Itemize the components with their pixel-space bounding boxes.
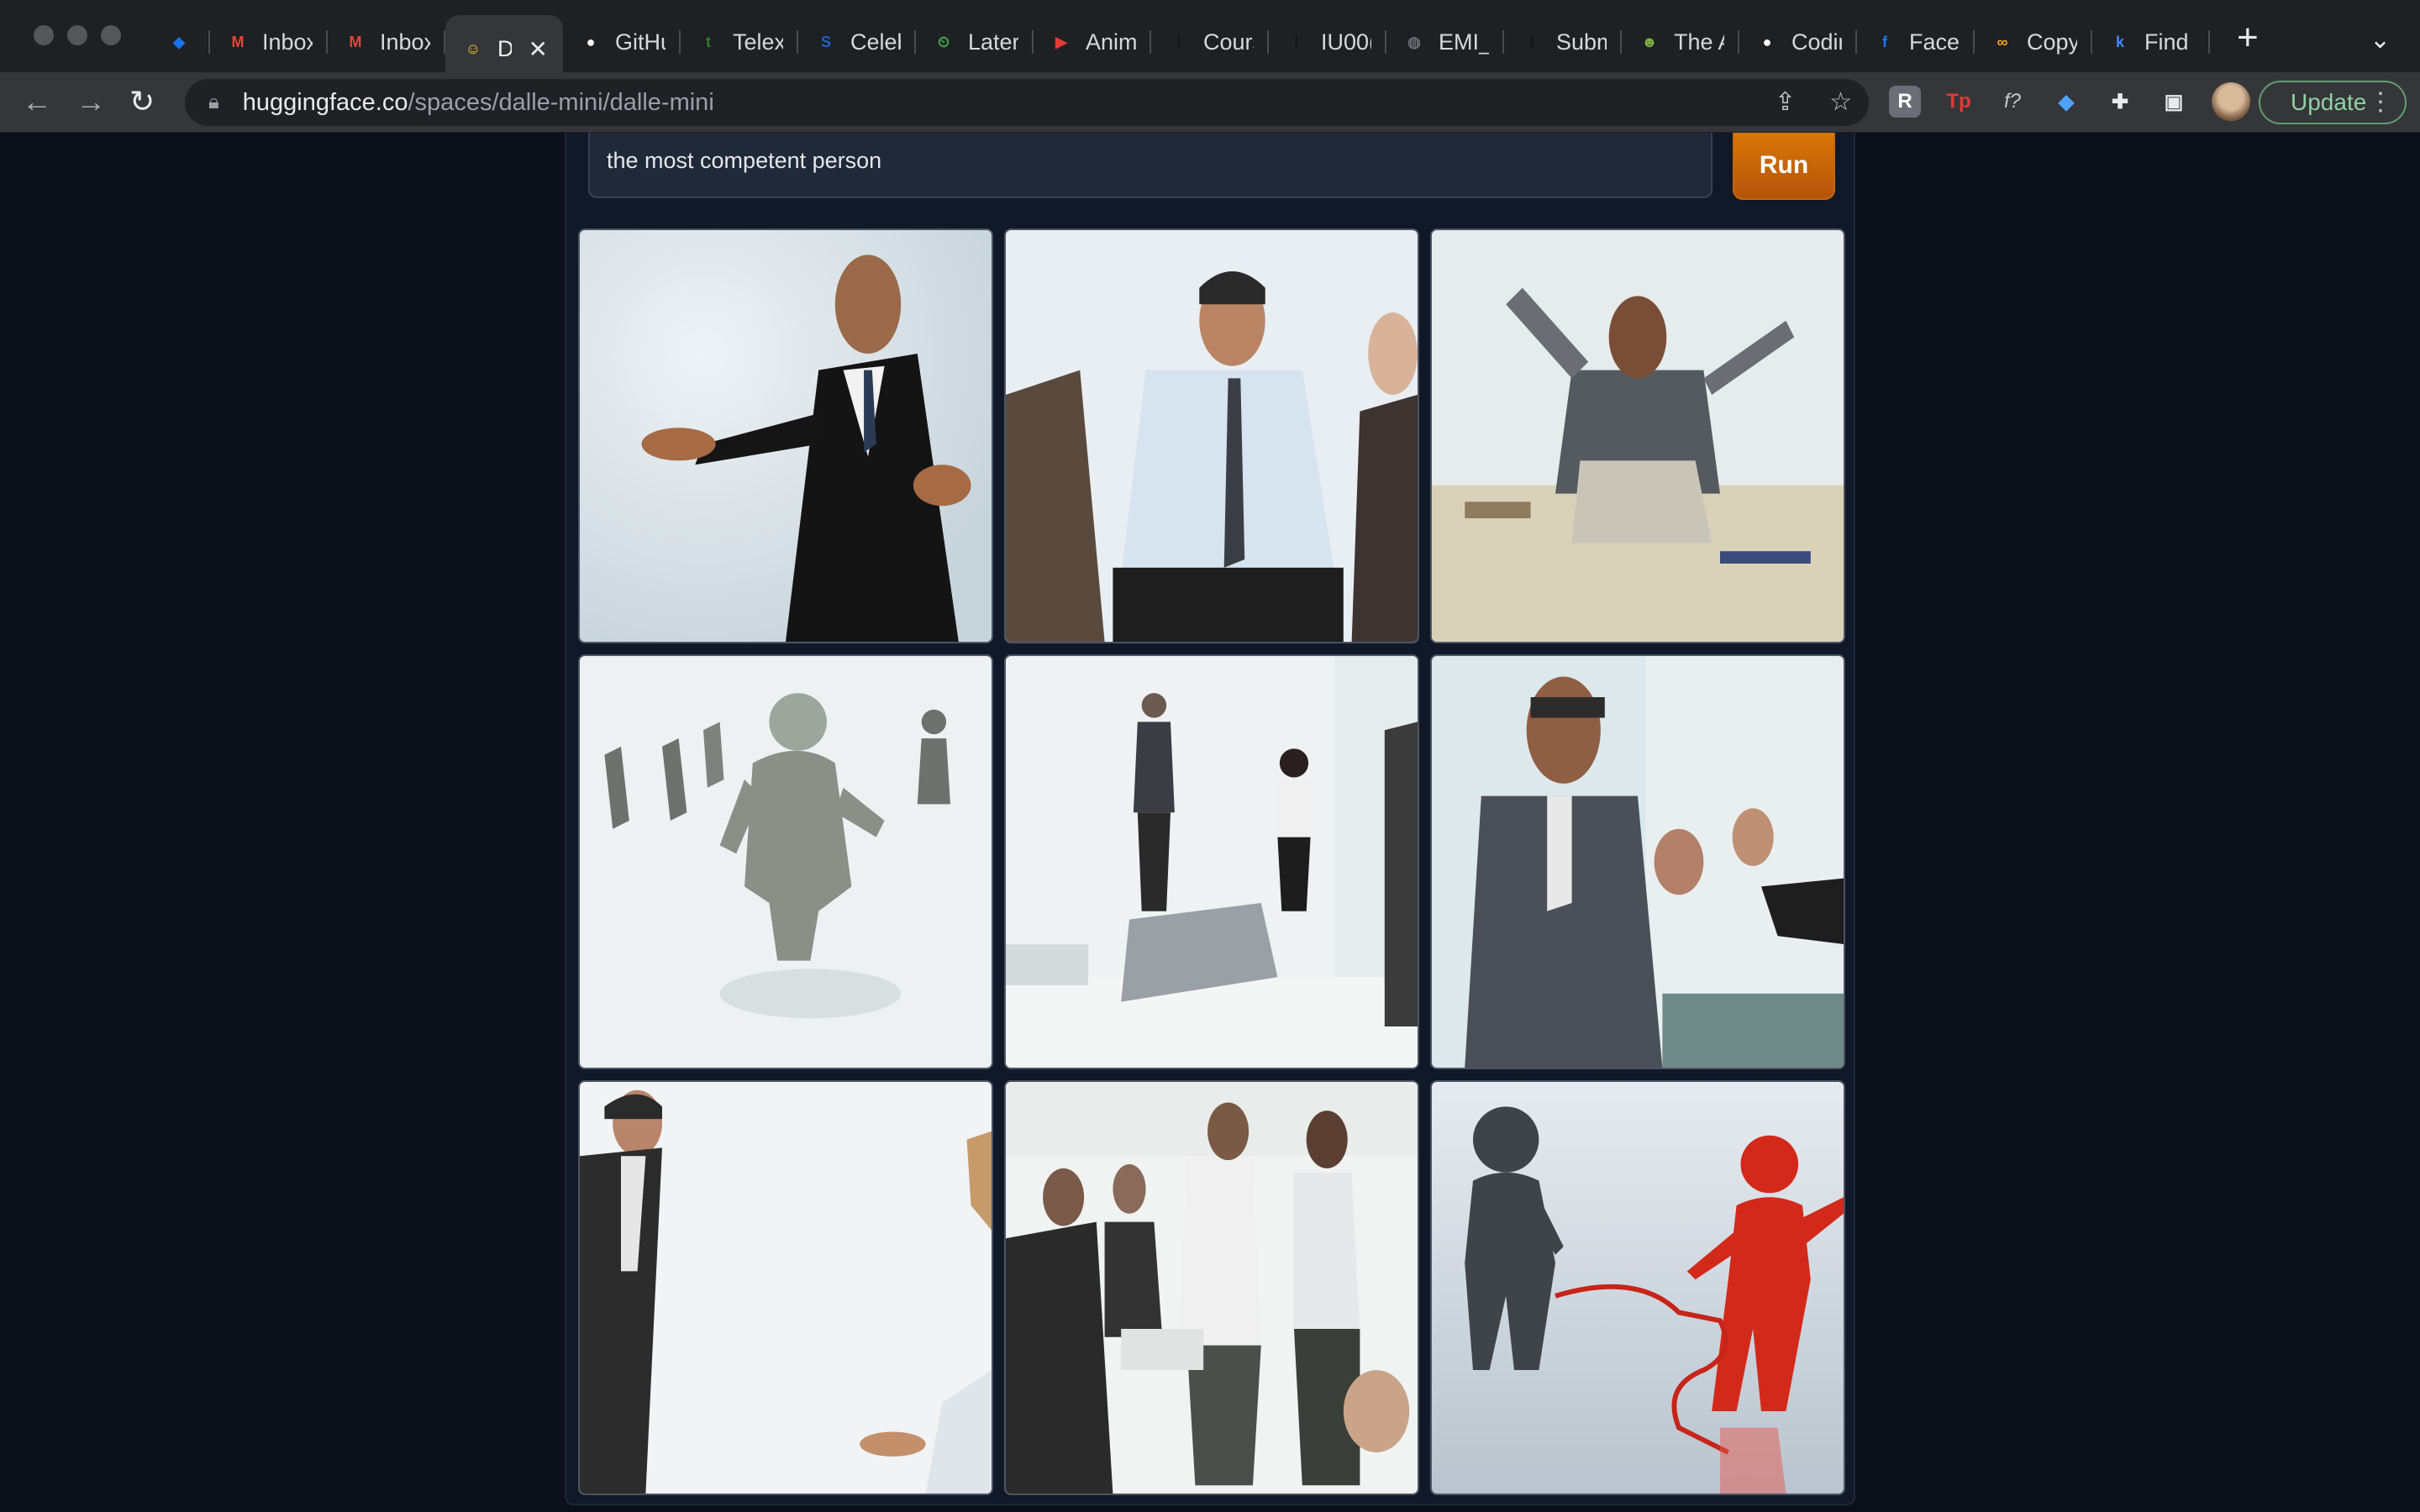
- tab-title: Da: [497, 35, 512, 61]
- side-panel-icon[interactable]: ▣: [2158, 86, 2190, 118]
- bookmark-star-icon[interactable]: ☆: [1829, 87, 1852, 117]
- gallery-image-3[interactable]: [1430, 228, 1845, 643]
- infinity-icon: ∞: [1996, 33, 2008, 50]
- browser-tab[interactable]: ◆: [151, 15, 210, 69]
- address-bar[interactable]: 🔒︎ huggingface.co /spaces/dalle-mini/dal…: [185, 79, 1869, 126]
- browser-tab[interactable]: ⁞ Subm: [1504, 15, 1622, 69]
- browser-tab[interactable]: ⏲ Later: [916, 15, 1034, 69]
- browser-tab[interactable]: k Find: [2092, 15, 2210, 69]
- dots-icon: ⁞: [1529, 33, 1534, 50]
- browser-tab[interactable]: ⁞ Cours: [1151, 15, 1269, 69]
- minimize-window-button[interactable]: [67, 25, 87, 45]
- back-arrow-icon[interactable]: ←: [22, 84, 52, 119]
- forward-arrow-icon[interactable]: →: [76, 84, 106, 119]
- tab-strip: ◆ M Inbox M Inbox ☺ Da ✕ ● GitHu t Telex S Celeb ⏲ Late…: [151, 15, 2210, 82]
- gallery-image-9[interactable]: [1430, 1080, 1845, 1495]
- tab-title: GitHu: [615, 29, 666, 55]
- tab-title: Celeb: [850, 29, 901, 55]
- more-menu-icon[interactable]: ⋮: [2368, 87, 2393, 117]
- k-icon: k: [2115, 33, 2124, 50]
- facebook-icon: f: [1882, 33, 1887, 50]
- tab-title: Find: [2144, 29, 2189, 55]
- page-content: the most competent person Run: [0, 133, 2420, 1512]
- globe-icon: ◍: [1407, 33, 1421, 50]
- gallery-image-5[interactable]: [1004, 654, 1419, 1069]
- tab-title: Inbox: [262, 29, 313, 55]
- profile-avatar[interactable]: [2212, 82, 2250, 121]
- huggingface-icon: ☺: [465, 39, 481, 57]
- gallery-image-8[interactable]: [1004, 1080, 1419, 1495]
- browser-tab[interactable]: M Inbox: [210, 15, 328, 69]
- url-host: huggingface.co: [242, 88, 408, 116]
- extension-function-icon[interactable]: f?: [1996, 86, 2028, 118]
- browser-tab[interactable]: S Celeb: [798, 15, 916, 69]
- prompt-input[interactable]: the most competent person: [588, 133, 1712, 198]
- extension-gem-icon[interactable]: ◆: [2050, 86, 2082, 118]
- tab-search-chevron-icon[interactable]: ⌄: [2370, 25, 2391, 55]
- tab-title: Copy: [2027, 29, 2077, 55]
- telex-icon: t: [706, 33, 711, 50]
- browser-tab[interactable]: ▶ Anima: [1034, 15, 1151, 69]
- tab-title: Cours: [1203, 29, 1254, 55]
- url-path: /spaces/dalle-mini/dalle-mini: [408, 88, 714, 116]
- browser-tab[interactable]: ● GitHu: [563, 15, 681, 69]
- smiley-icon: ☻: [1641, 33, 1658, 50]
- browser-tab[interactable]: ◍ EMI_: [1386, 15, 1504, 69]
- share-icon[interactable]: ⇪: [1775, 87, 1796, 117]
- browser-tab[interactable]: M Inbox: [328, 15, 445, 69]
- lock-icon[interactable]: 🔒︎: [208, 91, 219, 114]
- tab-title: Facel: [1909, 29, 1960, 55]
- gem-icon: ◆: [173, 33, 185, 50]
- s-icon: S: [820, 33, 831, 50]
- maximize-window-button[interactable]: [101, 25, 121, 45]
- window-controls: [34, 25, 121, 45]
- browser-tab[interactable]: ☻ The A: [1622, 15, 1739, 69]
- tab-title: Subm: [1556, 29, 1607, 55]
- dalle-mini-panel: the most competent person Run: [565, 133, 1855, 1505]
- browser-tab[interactable]: f Facel: [1857, 15, 1975, 69]
- github-icon: ●: [1762, 33, 1772, 50]
- tab-title: EMI_: [1439, 29, 1489, 55]
- tab-title: Anima: [1086, 29, 1136, 55]
- tab-title: Inbox: [380, 29, 430, 55]
- update-button[interactable]: Update ⋮: [2259, 81, 2407, 124]
- gallery-image-1[interactable]: [578, 228, 993, 643]
- gallery-image-2[interactable]: [1004, 228, 1419, 643]
- run-button[interactable]: Run: [1733, 133, 1835, 200]
- close-window-button[interactable]: [34, 25, 54, 45]
- github-icon: ●: [586, 33, 596, 50]
- tab-title: The A: [1674, 29, 1724, 55]
- later-icon: ⏲: [937, 33, 950, 50]
- tab-title: IU00(: [1321, 29, 1371, 55]
- close-tab-icon[interactable]: ✕: [529, 35, 548, 63]
- browser-tab[interactable]: ⁞ IU00(: [1269, 15, 1386, 69]
- tab-title: Later: [968, 29, 1018, 55]
- dots-icon: ⁞: [1294, 33, 1299, 50]
- reload-icon[interactable]: ↻: [129, 84, 155, 119]
- browser-tab[interactable]: ∞ Copy: [1975, 15, 2092, 69]
- gallery-image-7[interactable]: [578, 1080, 993, 1495]
- dots-icon: ⁞: [1176, 33, 1181, 50]
- gmail-icon: M: [349, 33, 362, 50]
- extensions-puzzle-icon[interactable]: ✚: [2104, 86, 2136, 118]
- browser-tab-bar: ◆ M Inbox M Inbox ☺ Da ✕ ● GitHu t Telex S Celeb ⏲ Late…: [0, 0, 2420, 82]
- extension-r-icon[interactable]: R: [1889, 86, 1921, 118]
- gmail-icon: M: [231, 33, 245, 50]
- tab-title: Telex: [733, 29, 783, 55]
- gallery-image-6[interactable]: [1430, 654, 1845, 1069]
- browser-toolbar: ← → ↻ 🔒︎ huggingface.co /spaces/dalle-mi…: [0, 72, 2420, 133]
- youtube-icon: ▶: [1055, 33, 1067, 50]
- new-tab-button[interactable]: +: [2237, 17, 2259, 59]
- browser-tab[interactable]: t Telex: [681, 15, 798, 69]
- gallery-image-4[interactable]: [578, 654, 993, 1069]
- image-gallery: [578, 228, 1845, 1497]
- tab-title: Codir: [1791, 29, 1842, 55]
- update-label: Update: [2291, 89, 2367, 115]
- extension-tp-icon[interactable]: Tp: [1943, 86, 1975, 118]
- browser-tab[interactable]: ● Codir: [1739, 15, 1857, 69]
